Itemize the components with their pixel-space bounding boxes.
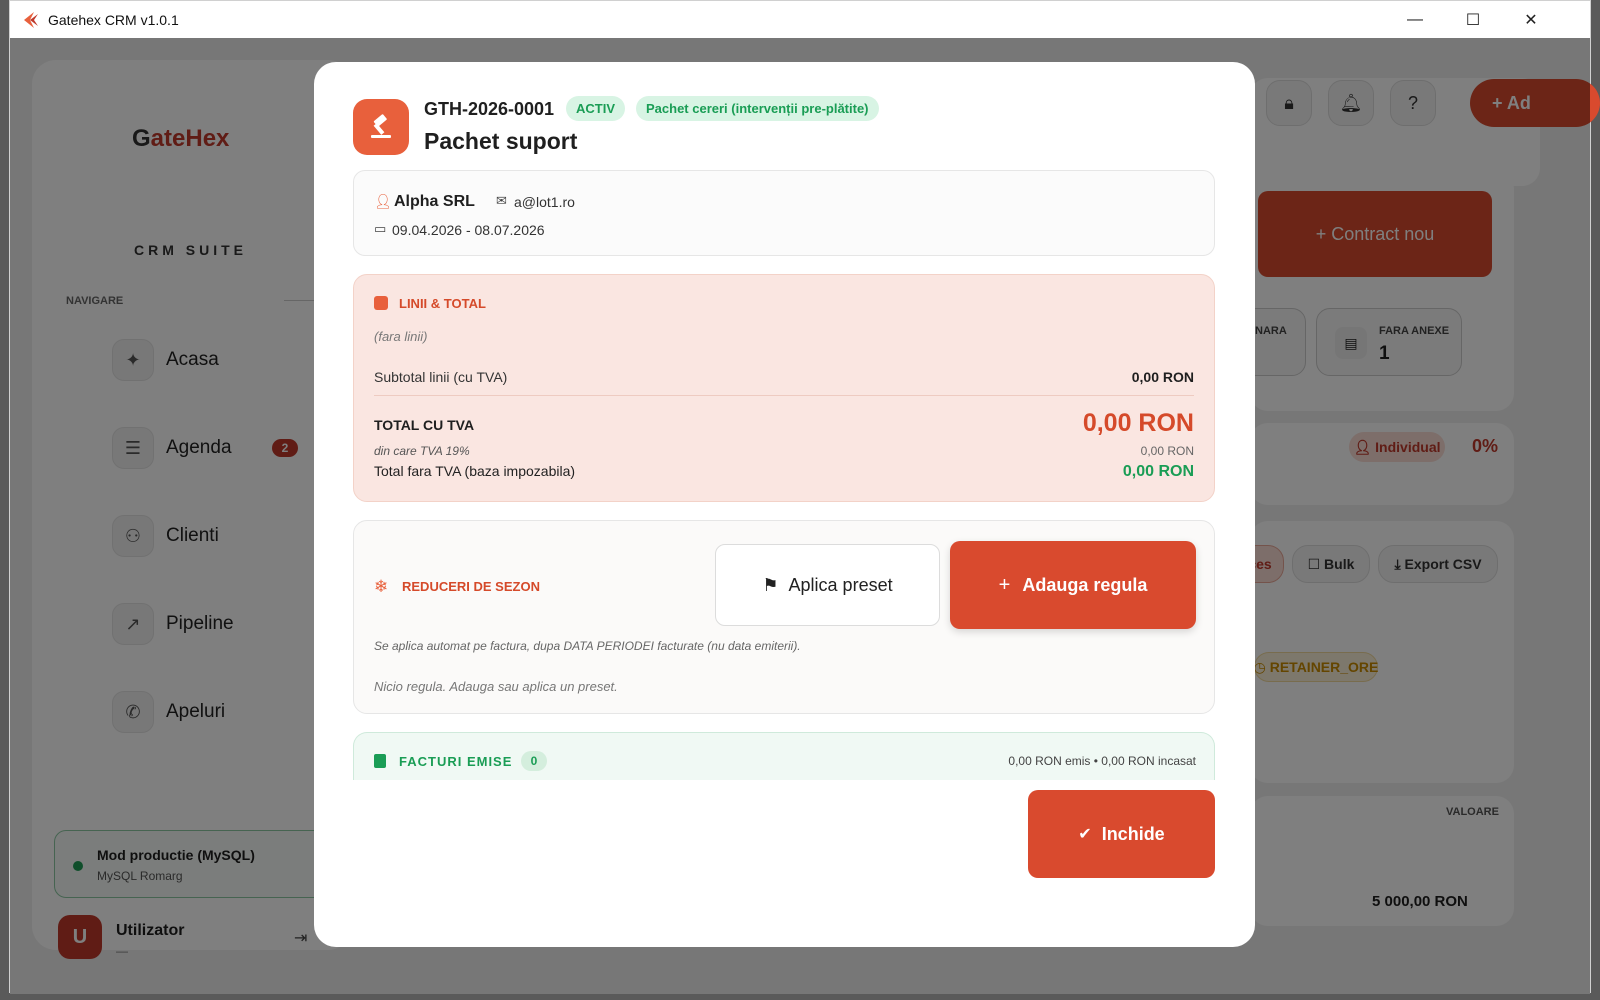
- contract-detail-modal: GTH-2026-0001 ACTIV Pachet cereri (inter…: [314, 62, 1255, 947]
- minimize-button[interactable]: —: [1386, 1, 1444, 38]
- section-heading: LINII & TOTAL: [399, 296, 486, 311]
- issued-invoices-card[interactable]: FACTURI EMISE 0 0,00 RON emis • 0,00 RON…: [353, 732, 1215, 780]
- total-value: 0,00 RON: [1082, 409, 1194, 437]
- subtotal-value: 0,00 RON: [1131, 369, 1194, 385]
- contract-code: GTH-2026-0001: [424, 99, 555, 119]
- seasonal-discounts-card: ❄ REDUCERI DE SEZON ⚑ Aplica preset + Ad…: [353, 520, 1215, 714]
- contract-period: 09.04.2026 - 08.07.2026: [392, 222, 545, 238]
- empty-lines-text: (fara linii): [374, 329, 428, 344]
- vat-value: 0,00 RON: [1140, 444, 1194, 458]
- plus-icon: +: [998, 573, 1011, 596]
- empty-rules-text: Nicio regula. Adauga sau aplica un prese…: [374, 679, 618, 694]
- client-email: a@lot1.ro: [514, 194, 575, 210]
- receipt-icon: [374, 754, 386, 768]
- invoice-summary: 0,00 RON emis • 0,00 RON incasat: [1008, 754, 1196, 768]
- divider: [374, 395, 1194, 396]
- subtotal-label: Subtotal linii (cu TVA): [374, 369, 508, 385]
- net-total-label: Total fara TVA (baza impozabila): [374, 463, 576, 479]
- calculator-icon: [374, 296, 388, 310]
- maximize-button[interactable]: ☐: [1444, 1, 1502, 38]
- title-bar: Gatehex CRM v1.0.1 — ☐ ✕: [10, 1, 1590, 38]
- mail-icon: ✉: [496, 193, 507, 208]
- lines-total-card: LINII & TOTAL (fara linii) Subtotal lini…: [353, 274, 1215, 502]
- close-window-button[interactable]: ✕: [1502, 1, 1560, 38]
- check-icon: ✔: [1078, 826, 1092, 843]
- apply-preset-button[interactable]: ⚑ Aplica preset: [715, 544, 940, 626]
- discounts-note: Se aplica automat pe factura, dupa DATA …: [374, 639, 801, 653]
- close-button[interactable]: ✔ Inchide: [1028, 790, 1215, 878]
- vat-label: din care TVA 19%: [374, 444, 470, 458]
- section-heading: REDUCERI DE SEZON: [402, 579, 540, 594]
- calendar-icon: ▭: [374, 221, 387, 236]
- snowflake-icon: ❄: [374, 577, 389, 596]
- bookmark-icon: ⚑: [762, 574, 779, 595]
- section-heading: FACTURI EMISE: [399, 754, 513, 769]
- person-icon: 👤︎: [374, 193, 392, 209]
- add-rule-button[interactable]: + Adauga regula: [950, 541, 1196, 629]
- contract-type-badge: Pachet cereri (intervenții pre-plătite): [636, 96, 879, 121]
- window-title: Gatehex CRM v1.0.1: [48, 11, 179, 28]
- invoice-count-badge: 0: [521, 751, 547, 771]
- modal-title: Pachet suport: [424, 128, 578, 154]
- app-logo-icon: [24, 11, 38, 28]
- total-label: TOTAL CU TVA: [374, 417, 475, 433]
- client-name: Alpha SRL: [394, 193, 475, 210]
- gavel-icon: [353, 99, 409, 155]
- net-total-value: 0,00 RON: [1122, 463, 1194, 480]
- status-badge: ACTIV: [566, 96, 625, 121]
- client-info-card: 👤︎ Alpha SRL ✉ a@lot1.ro ▭ 09.04.2026 - …: [353, 170, 1215, 256]
